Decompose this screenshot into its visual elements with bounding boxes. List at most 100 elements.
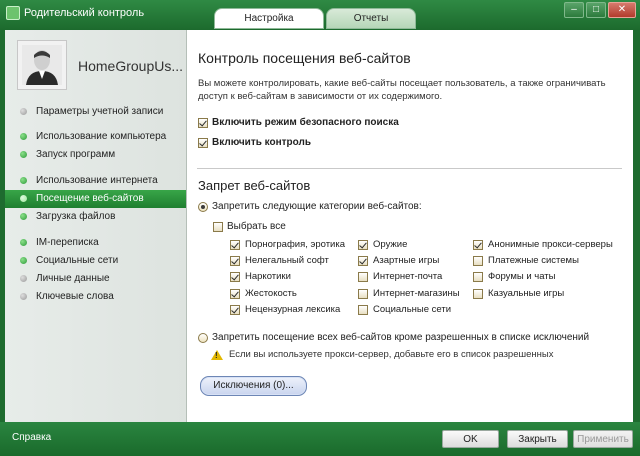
user-avatar-icon xyxy=(22,45,62,85)
sidebar-group-account: Параметры учетной записи xyxy=(5,103,186,121)
sidebar-item-label: Личные данные xyxy=(36,273,110,284)
status-dot-icon xyxy=(20,275,27,282)
sidebar-item-file-downloads[interactable]: Загрузка файлов xyxy=(5,208,186,226)
tab-reports[interactable]: Отчеты xyxy=(326,8,416,29)
exceptions-button[interactable]: Исключения (0)... xyxy=(200,376,307,396)
category-checkbox[interactable]: Интернет-почта xyxy=(358,271,442,282)
select-all-checkbox[interactable]: Выбрать все xyxy=(213,221,286,232)
radio-button[interactable] xyxy=(198,332,208,343)
sidebar-item-personal-data[interactable]: Личные данные xyxy=(5,270,186,288)
sidebar-item-label: IM-переписка xyxy=(36,237,99,248)
sidebar-item-label: Использование компьютера xyxy=(36,131,167,142)
page-title: Контроль посещения веб-сайтов xyxy=(198,50,411,66)
radio-label: Запретить следующие категории веб-сайтов… xyxy=(212,201,422,212)
username-label: HomeGroupUs... xyxy=(78,58,184,74)
checkbox-box[interactable] xyxy=(358,255,368,266)
sidebar-item-website-visits[interactable]: Посещение веб-сайтов xyxy=(5,190,186,208)
main-panel: Контроль посещения веб-сайтов Вы можете … xyxy=(187,30,633,422)
proxy-note-text: Если вы используете прокси-сервер, добав… xyxy=(229,349,554,360)
checkbox-label: Анонимные прокси-серверы xyxy=(488,239,613,250)
close-window-button[interactable]: ✕ xyxy=(608,2,636,18)
category-checkbox[interactable]: Порнография, эротика xyxy=(230,239,345,250)
checkbox-box[interactable] xyxy=(473,288,483,299)
apply-button[interactable]: Применить xyxy=(573,430,633,448)
status-dot-icon xyxy=(20,177,27,184)
status-dot-icon xyxy=(20,239,27,246)
checkbox-label: Нецензурная лексика xyxy=(245,304,341,315)
tab-settings[interactable]: Настройка xyxy=(214,8,324,29)
checkbox-box[interactable] xyxy=(230,288,240,299)
sidebar-group-internet: Использование интернета Посещение веб-са… xyxy=(5,172,186,226)
avatar[interactable] xyxy=(17,40,67,90)
checkbox-box[interactable] xyxy=(358,271,368,282)
enable-control-checkbox[interactable]: Включить контроль xyxy=(198,137,311,148)
ok-button[interactable]: OK xyxy=(442,430,499,448)
proxy-note: Если вы используете прокси-сервер, добав… xyxy=(211,349,553,360)
safe-search-checkbox[interactable]: Включить режим безопасного поиска xyxy=(198,117,399,128)
category-checkbox[interactable]: Платежные системы xyxy=(473,255,579,266)
category-checkbox[interactable]: Нелегальный софт xyxy=(230,255,329,266)
checkbox-box[interactable] xyxy=(358,288,368,299)
checkbox-label: Азартные игры xyxy=(373,255,440,266)
checkbox-box[interactable] xyxy=(198,117,208,128)
checkbox-label: Включить режим безопасного поиска xyxy=(212,117,399,128)
category-checkbox[interactable]: Казуальные игры xyxy=(473,288,564,299)
checkbox-box[interactable] xyxy=(473,239,483,250)
checkbox-label: Казуальные игры xyxy=(488,288,565,299)
status-dot-icon xyxy=(20,293,27,300)
category-checkbox[interactable]: Социальные сети xyxy=(358,304,451,315)
category-checkbox[interactable]: Анонимные прокси-серверы xyxy=(473,239,613,250)
category-checkbox[interactable]: Форумы и чаты xyxy=(473,271,555,282)
maximize-button[interactable]: □ xyxy=(586,2,606,18)
checkbox-box[interactable] xyxy=(358,239,368,250)
sidebar-item-computer-usage[interactable]: Использование компьютера xyxy=(5,128,186,146)
status-dot-icon xyxy=(20,213,27,220)
checkbox-label: Наркотики xyxy=(245,271,291,282)
checkbox-box[interactable] xyxy=(230,304,240,315)
checkbox-label: Нелегальный софт xyxy=(245,255,329,266)
sidebar-item-internet-usage[interactable]: Использование интернета xyxy=(5,172,186,190)
page-description: Вы можете контролировать, какие веб-сайт… xyxy=(198,78,606,102)
sidebar-item-label: Параметры учетной записи xyxy=(36,106,164,117)
checkbox-label: Жестокость xyxy=(245,288,297,299)
help-link[interactable]: Справка xyxy=(12,432,51,443)
sidebar-item-label: Посещение веб-сайтов xyxy=(36,193,144,204)
status-dot-icon xyxy=(20,108,27,115)
block-all-radio[interactable]: Запретить посещение всех веб-сайтов кром… xyxy=(198,332,589,343)
category-checkbox[interactable]: Нецензурная лексика xyxy=(230,304,340,315)
radio-button[interactable] xyxy=(198,201,208,212)
category-checkbox[interactable]: Интернет-магазины xyxy=(358,288,460,299)
sidebar-item-label: Загрузка файлов xyxy=(36,211,116,222)
checkbox-box[interactable] xyxy=(230,255,240,266)
sidebar-item-keywords[interactable]: Ключевые слова xyxy=(5,288,186,306)
checkbox-box[interactable] xyxy=(230,239,240,250)
title-bar[interactable]: Родительский контроль – □ ✕ Настройка От… xyxy=(0,0,640,30)
checkbox-box[interactable] xyxy=(198,137,208,148)
category-checkbox[interactable]: Наркотики xyxy=(230,271,291,282)
checkbox-label: Платежные системы xyxy=(488,255,579,266)
category-checkbox[interactable]: Оружие xyxy=(358,239,407,250)
minimize-button[interactable]: – xyxy=(564,2,584,18)
app-window: Родительский контроль – □ ✕ Настройка От… xyxy=(0,0,640,456)
block-categories-radio[interactable]: Запретить следующие категории веб-сайтов… xyxy=(198,201,422,212)
sidebar-item-im[interactable]: IM-переписка xyxy=(5,234,186,252)
sidebar-item-app-launch[interactable]: Запуск программ xyxy=(5,146,186,164)
checkbox-box[interactable] xyxy=(473,271,483,282)
status-dot-icon xyxy=(20,195,27,202)
sidebar-item-account-settings[interactable]: Параметры учетной записи xyxy=(5,103,186,121)
sidebar-item-social-networks[interactable]: Социальные сети xyxy=(5,252,186,270)
radio-label: Запретить посещение всех веб-сайтов кром… xyxy=(212,332,590,343)
category-checkbox[interactable]: Жестокость xyxy=(230,288,297,299)
sidebar-group-communication: IM-переписка Социальные сети Личные данн… xyxy=(5,234,186,306)
checkbox-box[interactable] xyxy=(230,271,240,282)
checkbox-box[interactable] xyxy=(213,221,223,232)
tab-bar: Настройка Отчеты xyxy=(214,8,416,29)
sidebar: HomeGroupUs... Параметры учетной записи … xyxy=(5,30,187,422)
category-checkbox[interactable]: Азартные игры xyxy=(358,255,439,266)
bottom-bar: Справка OK Закрыть Применить xyxy=(0,422,640,456)
checkbox-label: Выбрать все xyxy=(227,221,286,232)
divider xyxy=(197,168,622,169)
checkbox-box[interactable] xyxy=(473,255,483,266)
close-button[interactable]: Закрыть xyxy=(507,430,568,448)
checkbox-box[interactable] xyxy=(358,304,368,315)
